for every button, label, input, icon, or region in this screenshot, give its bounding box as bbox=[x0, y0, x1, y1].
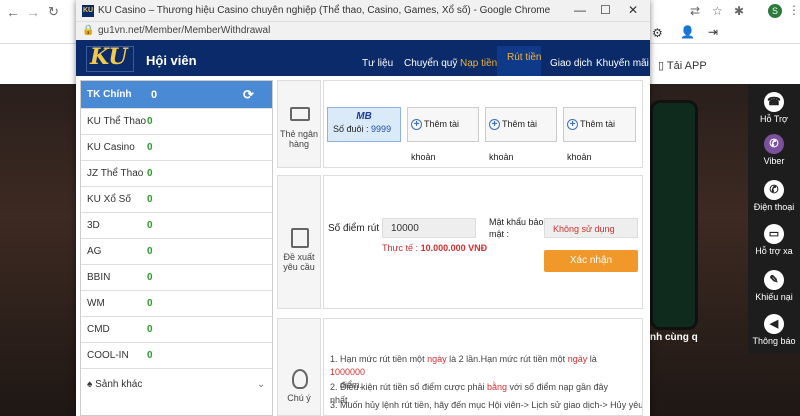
user-icon[interactable]: 👤 bbox=[680, 25, 695, 39]
bank-section: MB Số đuôi : 9999 + Thêm tài khoản + Thêm … bbox=[323, 80, 643, 168]
lock-icon: 🔒 bbox=[82, 25, 95, 36]
rail-complaint[interactable]: ✎ Khiếu nại bbox=[748, 270, 800, 302]
refresh-icon[interactable]: ⟳ bbox=[243, 81, 254, 109]
wallet-item[interactable]: 3D 0 bbox=[81, 213, 272, 239]
rail-support[interactable]: ☎ Hỗ Trợ bbox=[748, 92, 800, 124]
points-label: Số điểm rút : bbox=[328, 223, 385, 234]
password-input[interactable]: Không sử dụng bbox=[544, 218, 638, 238]
settings-icon[interactable]: ⚙ bbox=[652, 26, 663, 40]
spade-icon: ♠ bbox=[87, 379, 93, 390]
card-icon bbox=[290, 107, 310, 121]
confirm-button[interactable]: Xác nhận bbox=[544, 250, 638, 272]
chevron-down-icon: ⌄ bbox=[257, 379, 266, 390]
member-popup-window: KU Casino – Thương hiệu Casino chuyên ng… bbox=[76, 0, 650, 416]
support-rail: ☎ Hỗ Trợ ✆ Viber ✆ Điện thoại ▭ Hỗ trợ xa ✎ K… bbox=[748, 84, 800, 354]
wallet-item[interactable]: WM 0 bbox=[81, 291, 272, 317]
bank-section-label: Thẻ ngân hàng bbox=[277, 80, 321, 168]
wallet-main[interactable]: TK Chính 0 ⟳ bbox=[81, 81, 272, 109]
wallet-item[interactable]: JZ Thể Thao 0 bbox=[81, 161, 272, 187]
tab-profile[interactable]: Tư liệu bbox=[362, 58, 393, 69]
forward-icon[interactable]: → bbox=[26, 4, 40, 20]
notes-section-label: Chú ý bbox=[277, 318, 321, 416]
tab-withdraw[interactable]: Rút tiền bbox=[507, 52, 541, 63]
plus-icon: + bbox=[567, 119, 578, 130]
wallet-item[interactable]: KU Thể Thao 0 bbox=[81, 109, 272, 135]
rail-phone[interactable]: ✆ Điện thoại bbox=[748, 180, 800, 212]
minimize-icon[interactable]: — bbox=[574, 3, 586, 17]
password-label: Mật khẩu bảo mật : bbox=[489, 217, 544, 239]
maximize-icon[interactable]: ☐ bbox=[600, 3, 611, 17]
other-lobbies[interactable]: ♠ Sảnh khác ⌄ bbox=[81, 371, 272, 399]
speaker-icon: ◀ bbox=[764, 314, 784, 334]
plus-icon: + bbox=[489, 119, 500, 130]
tab-transfer[interactable]: Chuyển quỹ bbox=[404, 58, 457, 69]
tab-deposit[interactable]: Nạp tiền bbox=[460, 58, 497, 69]
request-section-label: Đề xuất yêu cầu bbox=[277, 175, 321, 309]
app-download-link[interactable]: ▯ Tải APP bbox=[658, 59, 707, 72]
notes-list: 1. Hạn mức rút tiền một ngày là 2 lần.Hạ… bbox=[323, 318, 643, 416]
tab-transactions[interactable]: Giao dịch bbox=[550, 58, 592, 69]
wallet-item[interactable]: KU Xổ Số 0 bbox=[81, 187, 272, 213]
popup-titlebar: KU Casino – Thương hiệu Casino chuyên ng… bbox=[76, 0, 650, 22]
phone-call-icon: ✆ bbox=[764, 180, 784, 200]
star-icon[interactable]: ☆ bbox=[712, 4, 723, 18]
mb-logo: MB bbox=[356, 111, 372, 122]
popup-address-bar[interactable]: gu1vn.net/Member/MemberWithdrawal bbox=[76, 22, 650, 40]
ku-logo-text: KU bbox=[90, 44, 128, 70]
bank-card-mb[interactable]: MB Số đuôi : 9999 bbox=[327, 107, 401, 142]
promo-text: nh cùng q bbox=[650, 332, 698, 343]
lightbulb-icon bbox=[292, 369, 308, 389]
plus-icon: + bbox=[411, 119, 422, 130]
withdraw-form: Số điểm rút : 10000 Thực tế : 10.000.000… bbox=[323, 175, 643, 309]
page-title: Hội viên bbox=[146, 53, 197, 68]
add-account-button[interactable]: + Thêm tài khoản bbox=[563, 107, 636, 162]
wallet-item[interactable]: AG 0 bbox=[81, 239, 272, 265]
wallet-sidebar: TK Chính 0 ⟳ KU Thể Thao 0 KU Casino 0 JZ … bbox=[80, 80, 273, 416]
rail-remote[interactable]: ▭ Hỗ trợ xa bbox=[748, 224, 800, 256]
headset-icon: ☎ bbox=[764, 92, 784, 112]
profile-avatar[interactable]: S bbox=[768, 4, 782, 18]
wallet-item[interactable]: COOL-IN 0 bbox=[81, 343, 272, 369]
rail-notice[interactable]: ◀ Thông báo bbox=[748, 314, 800, 346]
wallet-item[interactable]: KU Casino 0 bbox=[81, 135, 272, 161]
pen-icon: ✎ bbox=[764, 270, 784, 290]
logout-icon[interactable]: ⇥ bbox=[708, 25, 718, 39]
close-icon[interactable]: ✕ bbox=[628, 3, 638, 17]
wallet-item[interactable]: BBIN 0 bbox=[81, 265, 272, 291]
viber-icon: ✆ bbox=[764, 134, 784, 154]
phone-mockup bbox=[650, 100, 698, 330]
actual-amount: Thực tế : 10.000.000 VNĐ bbox=[382, 243, 488, 253]
monitor-icon: ▭ bbox=[764, 224, 784, 244]
phone-icon: ▯ bbox=[658, 60, 665, 72]
add-account-button[interactable]: + Thêm tài khoản bbox=[485, 107, 557, 162]
reload-icon[interactable]: ↻ bbox=[48, 4, 59, 20]
favicon-icon: KU bbox=[82, 5, 94, 17]
menu-icon[interactable]: ⋮ bbox=[788, 3, 800, 17]
wallet-item[interactable]: CMD 0 bbox=[81, 317, 272, 343]
form-icon bbox=[291, 228, 309, 248]
add-account-button[interactable]: + Thêm tài khoản bbox=[407, 107, 479, 162]
tab-promotions[interactable]: Khuyến mãi bbox=[596, 58, 649, 69]
back-icon[interactable]: ← bbox=[6, 4, 20, 20]
rail-viber[interactable]: ✆ Viber bbox=[748, 134, 800, 166]
points-input[interactable]: 10000 bbox=[382, 218, 476, 238]
note-item: 3. Muốn hủy lệnh rút tiền, hãy đến mục H… bbox=[330, 400, 643, 410]
extensions-icon[interactable]: ✱ bbox=[734, 4, 744, 18]
translate-icon[interactable]: ⇄ bbox=[690, 4, 700, 18]
